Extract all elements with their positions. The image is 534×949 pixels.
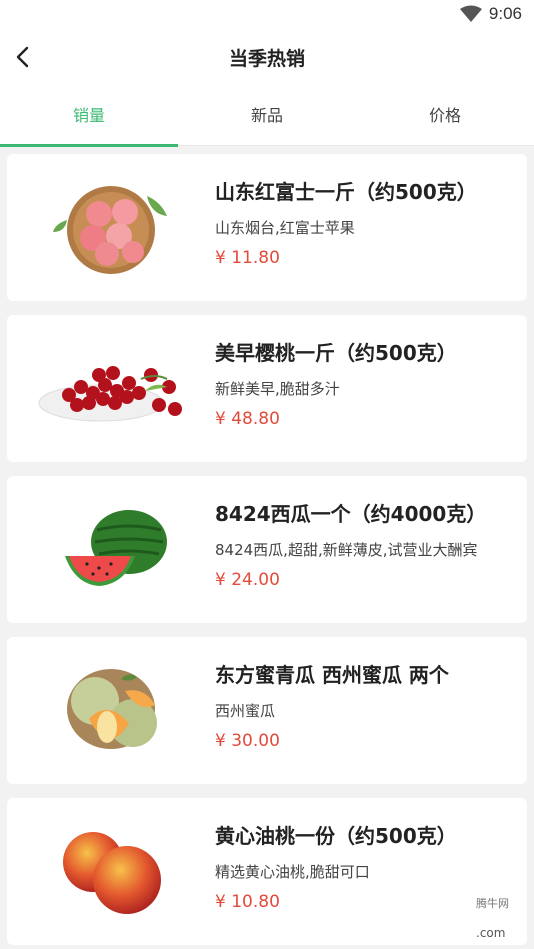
product-name: 美早樱桃一斤（约500克）: [215, 341, 457, 365]
status-bar: 9:06: [0, 0, 534, 30]
status-time: 9:06: [488, 4, 522, 23]
wifi-icon: [460, 5, 482, 22]
product-desc: 精选黄心油桃,脆甜可口: [215, 863, 370, 881]
tab-sales[interactable]: 销量: [0, 86, 178, 147]
product-price: ¥ 10.80: [215, 892, 280, 912]
product-card[interactable]: 东方蜜青瓜 西州蜜瓜 两个 西州蜜瓜 ¥ 30.00: [7, 637, 527, 784]
header: 当季热销: [0, 30, 534, 86]
product-price: ¥ 30.00: [215, 731, 280, 751]
watermark-domain: .com: [476, 926, 505, 940]
product-desc: 新鲜美早,脆甜多汁: [215, 380, 340, 398]
product-card[interactable]: 美早樱桃一斤（约500克） 新鲜美早,脆甜多汁 ¥ 48.80: [7, 315, 527, 462]
melons-image: [67, 669, 157, 749]
product-name: 8424西瓜一个（约4000克）: [215, 502, 487, 526]
product-desc: 西州蜜瓜: [215, 702, 276, 720]
product-name: 东方蜜青瓜 西州蜜瓜 两个: [215, 663, 449, 687]
tab-price[interactable]: 价格: [356, 86, 534, 146]
apples-image: [53, 186, 167, 274]
product-desc: 山东烟台,红富士苹果: [215, 219, 355, 237]
cherries-image: [38, 366, 182, 422]
product-name: 山东红富士一斤（约500克）: [215, 180, 477, 204]
watermelon-image: [65, 510, 167, 586]
product-price: ¥ 24.00: [215, 570, 280, 590]
watermark-logo: QQTN 腾牛网 .com: [328, 896, 509, 940]
product-card[interactable]: 山东红富士一斤（约500克） 山东烟台,红富士苹果 ¥ 11.80: [7, 154, 527, 301]
product-price: ¥ 11.80: [215, 248, 280, 268]
product-card[interactable]: 8424西瓜一个（约4000克） 8424西瓜,超甜,新鲜薄皮,试营业大酬宾 ¥…: [7, 476, 527, 623]
watermark-site: 腾牛网: [476, 896, 509, 910]
product-name: 黄心油桃一份（约500克）: [215, 824, 457, 848]
tab-new[interactable]: 新品: [178, 86, 356, 146]
nectarines-image: [63, 832, 161, 914]
sort-tabs: 销量 新品 价格: [0, 86, 534, 147]
product-price: ¥ 48.80: [215, 409, 280, 429]
watermark-brand: QQTN: [372, 903, 459, 936]
page-title: 当季热销: [228, 48, 305, 70]
product-desc: 8424西瓜,超甜,新鲜薄皮,试营业大酬宾: [215, 541, 478, 559]
